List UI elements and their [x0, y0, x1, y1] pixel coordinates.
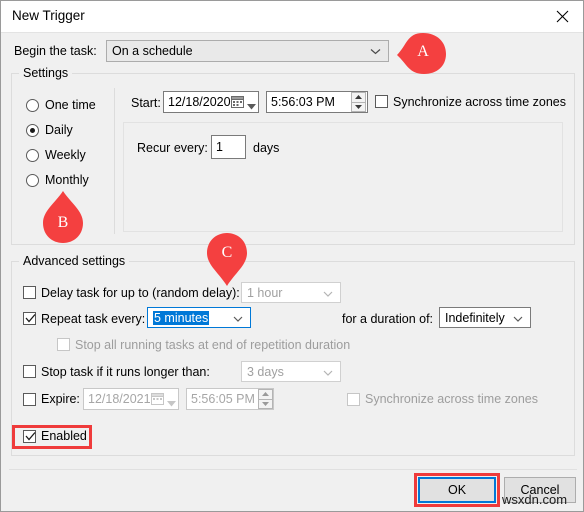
- ok-button[interactable]: OK: [418, 477, 496, 503]
- check-icon: [25, 432, 36, 441]
- advanced-group-title: Advanced settings: [19, 254, 130, 268]
- radio-one-time[interactable]: [26, 99, 39, 112]
- start-time-spin-up[interactable]: [351, 92, 366, 102]
- stop-all-tasks-checkbox: [57, 338, 70, 351]
- radio-monthly-label: Monthly: [45, 173, 89, 187]
- delay-task-checkbox[interactable]: [23, 286, 36, 299]
- check-icon: [25, 314, 36, 323]
- expire-date-chevron-down-icon: [167, 396, 176, 410]
- start-date-chevron-down-icon[interactable]: [247, 99, 256, 113]
- repeat-task-checkbox[interactable]: [23, 312, 36, 325]
- radio-monthly[interactable]: [26, 174, 39, 187]
- radio-one-time-label: One time: [45, 98, 96, 112]
- expire-time-spin-down: [258, 398, 273, 409]
- radio-daily-label: Daily: [45, 123, 73, 137]
- repeat-chevron-down-icon: [233, 311, 243, 325]
- radio-daily[interactable]: [26, 124, 39, 137]
- expire-sync-label: Synchronize across time zones: [365, 392, 538, 406]
- delay-task-combo: 1 hour: [241, 282, 341, 303]
- radio-daily-dot: [30, 128, 35, 133]
- window-title: New Trigger: [12, 8, 85, 23]
- close-icon: [556, 10, 569, 23]
- recurrence-panel: [123, 122, 563, 232]
- annotation-pin-a-letter: A: [417, 43, 429, 60]
- expire-date-value: 12/18/2021: [88, 392, 151, 406]
- settings-group-title: Settings: [19, 66, 73, 80]
- begin-task-combo[interactable]: On a schedule: [106, 40, 389, 62]
- stop-longer-combo: 3 days: [241, 361, 341, 382]
- expire-sync-checkbox: [347, 393, 360, 406]
- sync-timezones-checkbox[interactable]: [375, 95, 388, 108]
- repeat-task-label: Repeat task every:: [41, 312, 146, 326]
- start-date-value: 12/18/2020: [168, 95, 231, 109]
- enabled-checkbox[interactable]: [23, 430, 36, 443]
- close-button[interactable]: [539, 1, 583, 31]
- chevron-down-icon: [370, 44, 381, 58]
- calendar-icon[interactable]: [231, 96, 244, 111]
- recur-unit-label: days: [253, 141, 280, 155]
- expire-checkbox[interactable]: [23, 393, 36, 406]
- duration-label: for a duration of:: [342, 312, 434, 326]
- start-time-spin-down[interactable]: [351, 101, 366, 112]
- stop-all-tasks-label: Stop all running tasks at end of repetit…: [75, 338, 351, 352]
- annotation-pin-c-letter: C: [221, 244, 233, 261]
- stop-longer-label: Stop task if it runs longer than:: [41, 365, 210, 379]
- expire-time-value: 5:56:05 PM: [191, 392, 255, 406]
- settings-divider: [114, 88, 115, 234]
- annotation-pin-a: A: [397, 31, 449, 75]
- start-time-value: 5:56:03 PM: [271, 95, 335, 109]
- expire-time-spinner: [258, 389, 273, 409]
- radio-weekly-label: Weekly: [45, 148, 86, 162]
- footer-divider: [9, 469, 577, 470]
- repeat-interval-combo[interactable]: 5 minutes: [147, 307, 251, 328]
- title-bar: New Trigger: [1, 1, 583, 33]
- begin-task-value: On a schedule: [112, 44, 193, 58]
- start-date-input[interactable]: 12/18/2020: [163, 91, 259, 113]
- ok-button-label: OK: [447, 483, 467, 497]
- start-label: Start:: [131, 96, 161, 110]
- stop-longer-chevron-down-icon: [323, 365, 333, 379]
- expire-date-input: 12/18/2021: [83, 388, 179, 410]
- watermark: wsxdn.com: [502, 492, 568, 507]
- duration-combo[interactable]: Indefinitely: [439, 307, 531, 328]
- expire-calendar-icon: [151, 393, 164, 408]
- delay-chevron-down-icon: [323, 286, 333, 300]
- stop-longer-checkbox[interactable]: [23, 365, 36, 378]
- duration-value: Indefinitely: [445, 310, 505, 325]
- recur-every-input[interactable]: 1: [211, 135, 246, 159]
- begin-task-label: Begin the task:: [14, 44, 97, 58]
- new-trigger-dialog: New Trigger Begin the task: On a schedul…: [0, 0, 584, 512]
- radio-weekly[interactable]: [26, 149, 39, 162]
- sync-timezones-label: Synchronize across time zones: [393, 95, 566, 109]
- duration-chevron-down-icon: [513, 311, 523, 325]
- expire-time-spin-up: [258, 389, 273, 399]
- recur-every-value: 1: [216, 140, 223, 154]
- stop-longer-value: 3 days: [247, 364, 284, 379]
- delay-task-label: Delay task for up to (random delay):: [41, 286, 240, 300]
- delay-task-value: 1 hour: [247, 285, 283, 300]
- repeat-interval-value: 5 minutes: [153, 310, 210, 325]
- recur-every-label: Recur every:: [137, 141, 208, 155]
- enabled-label: Enabled: [41, 429, 87, 443]
- expire-label: Expire:: [41, 392, 80, 406]
- start-time-spinner[interactable]: [351, 92, 366, 112]
